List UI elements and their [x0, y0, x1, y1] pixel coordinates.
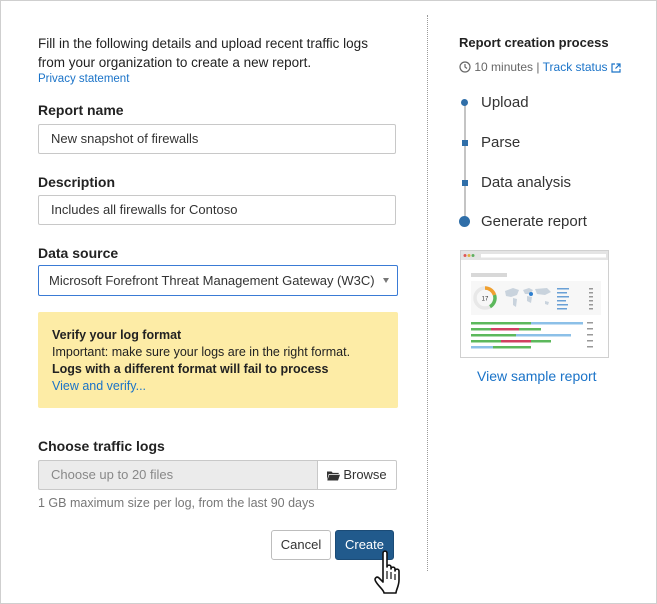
log-format-warning: Verify your log format Important: make s…	[38, 312, 398, 408]
warning-title: Verify your log format	[52, 328, 182, 342]
data-source-label: Data source	[38, 245, 119, 261]
external-link-icon	[611, 63, 621, 73]
report-dialog: Fill in the following details and upload…	[0, 0, 657, 604]
browse-button[interactable]: Browse	[317, 460, 397, 490]
hand-cursor-icon	[374, 550, 400, 594]
view-and-verify-link[interactable]: View and verify...	[52, 379, 146, 393]
duration-text: 10 minutes	[474, 60, 534, 74]
track-status-link[interactable]: Track status	[543, 60, 621, 74]
view-sample-report-link[interactable]: View sample report	[477, 368, 597, 384]
step-dot-icon	[462, 180, 468, 186]
traffic-logs-picker: Choose up to 20 files Browse	[38, 460, 397, 490]
data-source-select[interactable]: Microsoft Forefront Threat Management Ga…	[38, 265, 398, 296]
cancel-button[interactable]: Cancel	[271, 530, 331, 560]
thumbnail-count: 17	[482, 297, 489, 303]
process-meta: 10 minutes | Track status	[459, 60, 621, 74]
process-title: Report creation process	[459, 35, 609, 50]
step-dot-icon	[459, 216, 470, 227]
traffic-logs-label: Choose traffic logs	[38, 438, 165, 454]
intro-text: Fill in the following details and upload…	[38, 36, 368, 70]
step-label: Upload	[481, 94, 529, 111]
step-label: Data analysis	[481, 174, 572, 191]
traffic-logs-hint: 1 GB maximum size per log, from the last…	[38, 496, 315, 510]
description-input[interactable]: Includes all firewalls for Contoso	[38, 195, 396, 225]
meta-separator: |	[536, 60, 540, 74]
section-divider	[427, 15, 428, 571]
step-dot-icon	[461, 99, 468, 106]
sample-report-thumbnail[interactable]: 17	[460, 250, 609, 358]
step-dot-icon	[462, 140, 468, 146]
steps-connector	[464, 103, 466, 221]
report-preview-image: 17	[461, 251, 608, 357]
privacy-statement-link[interactable]: Privacy statement	[38, 73, 129, 85]
browse-label: Browse	[343, 467, 387, 482]
track-status-label: Track status	[542, 60, 608, 74]
clock-icon	[459, 61, 471, 73]
folder-icon	[327, 471, 341, 481]
step-label: Parse	[481, 134, 521, 151]
warning-line-2: Logs with a different format will fail t…	[52, 362, 329, 376]
warning-line-1: Important: make sure your logs are in th…	[52, 345, 351, 359]
traffic-logs-input[interactable]: Choose up to 20 files	[38, 460, 317, 490]
description-label: Description	[38, 174, 116, 190]
caret-down-icon	[383, 278, 389, 283]
report-name-input[interactable]: New snapshot of firewalls	[38, 124, 396, 154]
data-source-value: Microsoft Forefront Threat Management Ga…	[49, 273, 375, 288]
step-label: Generate report	[481, 213, 587, 230]
report-name-label: Report name	[38, 102, 124, 118]
